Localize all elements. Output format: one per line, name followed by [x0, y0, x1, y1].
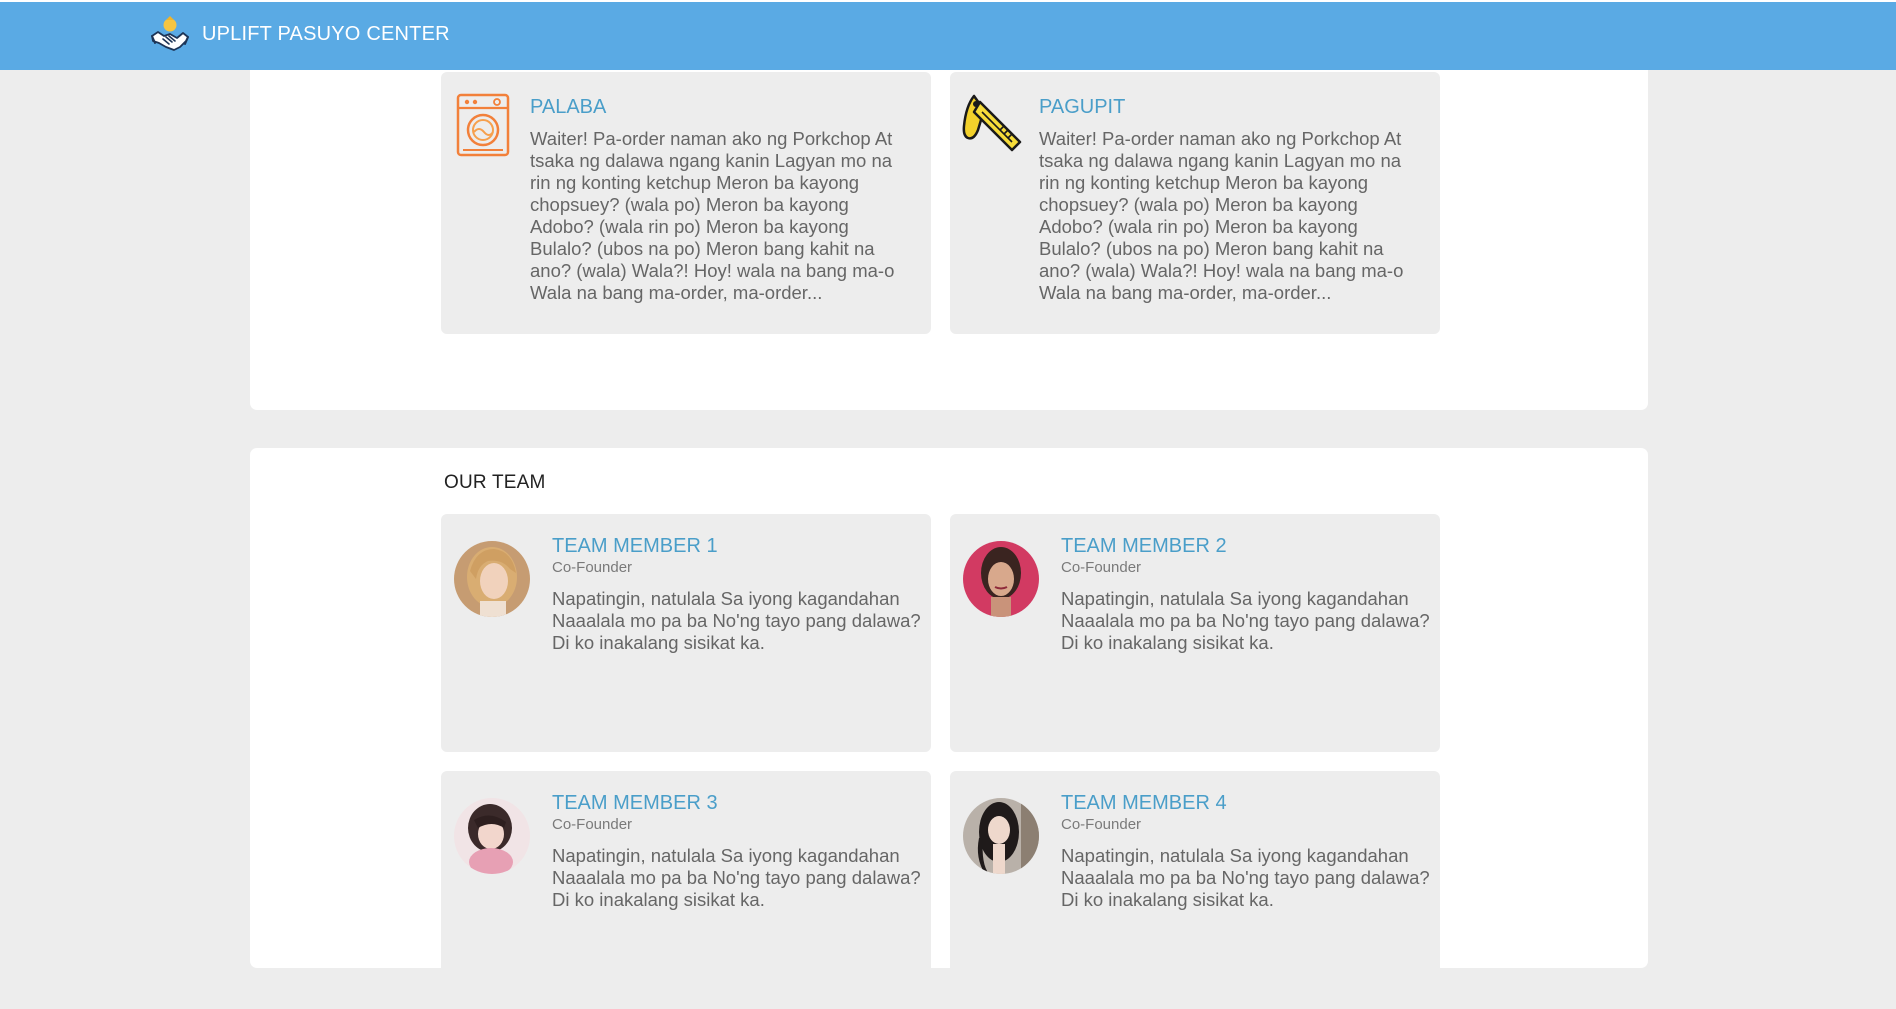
brand-link[interactable]: UPLIFT PASUYO CENTER — [150, 14, 450, 54]
avatar — [454, 541, 530, 617]
team-member-role: Co-Founder — [552, 559, 633, 576]
team-member-role: Co-Founder — [1061, 816, 1142, 833]
team-member-card[interactable]: TEAM MEMBER 1 Co-Founder Napatingin, nat… — [441, 514, 931, 752]
team-member-role: Co-Founder — [1061, 559, 1142, 576]
team-member-name: TEAM MEMBER 1 — [552, 535, 718, 557]
handshake-logo-icon — [151, 16, 189, 51]
service-card-palaba[interactable]: PALABA Waiter! Pa-order naman ako ng Por… — [441, 72, 931, 334]
team-member-4-photo — [963, 798, 1039, 874]
service-description: Waiter! Pa-order naman ako ng Porkchop A… — [530, 128, 895, 303]
avatar — [454, 798, 530, 874]
service-description: Waiter! Pa-order naman ako ng Porkchop A… — [1039, 128, 1404, 303]
team-member-bio: Napatingin, natulala Sa iyong kagandahan… — [1061, 588, 1430, 653]
team-member-role: Co-Founder — [552, 816, 633, 833]
team-member-3-photo — [454, 798, 530, 874]
washing-machine-icon — [456, 93, 510, 157]
team-member-card[interactable]: TEAM MEMBER 4 Co-Founder Napatingin, nat… — [950, 771, 1440, 1009]
avatar — [963, 541, 1039, 617]
section-heading-our-team: OUR TEAM — [444, 472, 546, 493]
avatar — [963, 798, 1039, 874]
team-member-bio: Napatingin, natulala Sa iyong kagandahan… — [552, 845, 921, 910]
service-card-pagupit[interactable]: PAGUPIT Waiter! Pa-order naman ako ng Po… — [950, 72, 1440, 334]
team-member-card[interactable]: TEAM MEMBER 2 Co-Founder Napatingin, nat… — [950, 514, 1440, 752]
service-title: PALABA — [530, 96, 607, 118]
team-member-card[interactable]: TEAM MEMBER 3 Co-Founder Napatingin, nat… — [441, 771, 931, 1009]
team-member-name: TEAM MEMBER 2 — [1061, 535, 1227, 557]
team-member-name: TEAM MEMBER 4 — [1061, 792, 1227, 814]
team-member-2-photo — [963, 541, 1039, 617]
razor-icon — [962, 94, 1022, 152]
top-navbar: UPLIFT PASUYO CENTER — [0, 0, 1896, 70]
team-member-bio: Napatingin, natulala Sa iyong kagandahan… — [552, 588, 921, 653]
team-member-bio: Napatingin, natulala Sa iyong kagandahan… — [1061, 845, 1430, 910]
service-title: PAGUPIT — [1039, 96, 1126, 118]
team-member-name: TEAM MEMBER 3 — [552, 792, 718, 814]
team-member-1-photo — [454, 541, 530, 617]
site-title: UPLIFT PASUYO CENTER — [202, 22, 450, 45]
